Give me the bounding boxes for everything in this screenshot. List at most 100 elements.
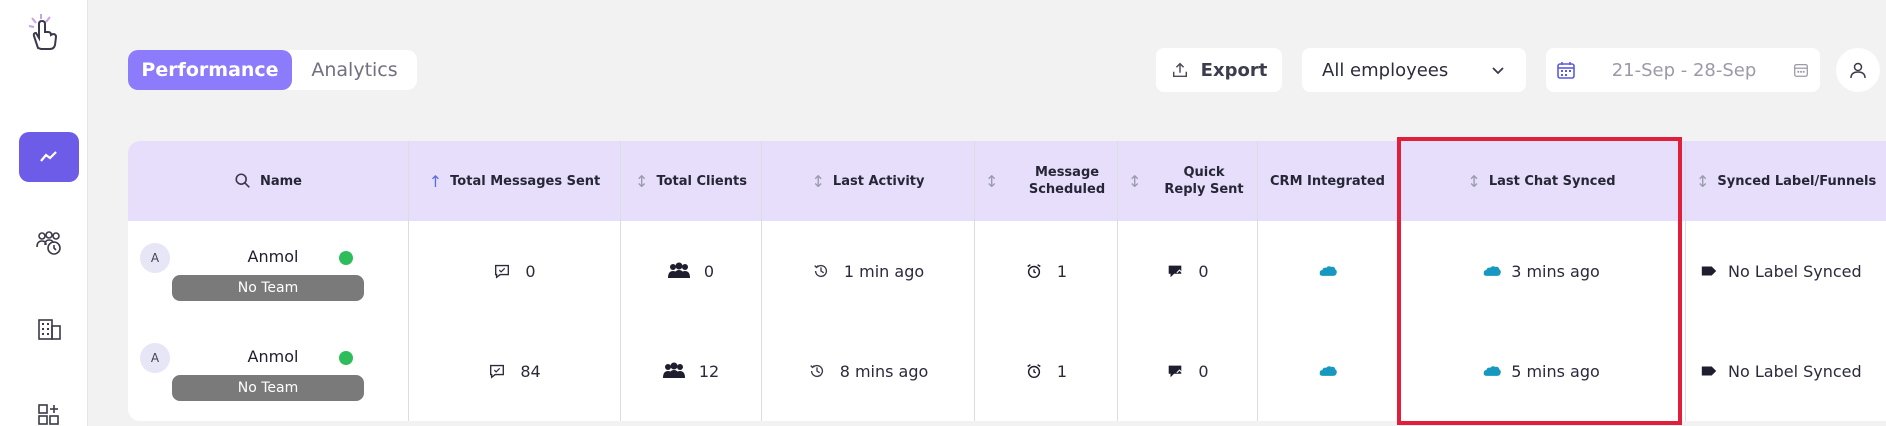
upload-icon <box>1172 62 1187 78</box>
team-clock-icon <box>36 231 61 255</box>
message-icon <box>490 364 505 379</box>
export-label: Export <box>1200 59 1268 81</box>
last-activity-value: 1 min ago <box>843 261 925 281</box>
calendar-icon <box>1557 62 1575 79</box>
header-crm: CRM Integrated <box>1258 141 1397 221</box>
header-last-activity[interactable]: ↕ Last Activity <box>762 141 974 221</box>
date-range-value: 21-Sep - 28-Sep <box>1611 59 1757 81</box>
header-total-clients[interactable]: ↕ Total Clients <box>621 141 761 221</box>
header-synced-label-label: Synced Label/Funnels <box>1717 173 1877 189</box>
nav-performance[interactable] <box>19 132 79 182</box>
tab-analytics[interactable]: Analytics <box>292 50 417 90</box>
message-scheduled-value: 1 <box>1056 261 1068 281</box>
sort-icon[interactable]: ↕ <box>985 173 998 190</box>
nav-add-widget[interactable] <box>19 390 79 426</box>
sort-asc-icon[interactable]: ↑ <box>429 173 442 190</box>
employee-select-value: All employees <box>1322 59 1449 81</box>
label-tag-icon <box>1701 366 1717 376</box>
header-quick-reply-label: Quick Reply Sent <box>1164 165 1244 197</box>
add-widget-icon <box>38 404 59 425</box>
header-last-activity-label: Last Activity <box>832 173 925 189</box>
avatar: A <box>140 343 170 373</box>
cell-total-clients: 0 <box>621 241 761 301</box>
avatar: A <box>140 243 170 273</box>
message-scheduled-value: 1 <box>1056 361 1068 381</box>
search-icon[interactable] <box>234 172 252 190</box>
cell-total-clients: 12 <box>621 341 761 401</box>
quick-reply-icon <box>1169 365 1183 378</box>
table-row[interactable]: A Anmol No Team <box>128 241 408 311</box>
highlight-box <box>1397 137 1682 425</box>
chevron-down-icon <box>1492 67 1504 75</box>
employee-select[interactable]: All employees <box>1302 48 1526 92</box>
tab-performance[interactable]: Performance <box>128 50 292 90</box>
cell-last-activity: 8 mins ago <box>762 341 974 401</box>
last-activity-value: 8 mins ago <box>839 361 929 381</box>
sort-icon[interactable]: ↕ <box>1696 173 1709 190</box>
app-logo-icon[interactable] <box>24 12 64 52</box>
salesforce-icon <box>1319 266 1337 276</box>
user-profile-button[interactable] <box>1836 48 1880 92</box>
header-message-scheduled[interactable]: ↕ Message Scheduled <box>975 141 1117 221</box>
total-clients-value: 12 <box>698 361 720 381</box>
nav-organization[interactable] <box>19 304 79 354</box>
group-icon <box>667 262 690 278</box>
nav-team[interactable] <box>19 218 79 268</box>
calendar-small-icon <box>1794 63 1808 77</box>
history-icon <box>814 264 827 278</box>
sidebar <box>0 0 88 426</box>
sort-icon[interactable]: ↕ <box>635 173 648 190</box>
sort-icon[interactable]: ↕ <box>1128 173 1141 190</box>
column-name: Name A Anmol No Team A Anmol No Team <box>128 141 409 421</box>
column-quick-reply: ↕ Quick Reply Sent 0 0 <box>1118 141 1258 421</box>
view-tabs: Performance Analytics <box>128 50 417 90</box>
message-icon <box>495 264 510 279</box>
cell-total-messages: 0 <box>409 241 620 301</box>
column-last-activity: ↕ Last Activity 1 min ago 8 mins ago <box>762 141 975 421</box>
team-badge: No Team <box>172 375 364 401</box>
total-messages-value: 0 <box>525 261 536 281</box>
header-message-scheduled-label: Message Scheduled <box>1028 165 1106 197</box>
date-range-picker[interactable]: 21-Sep - 28-Sep <box>1546 48 1820 92</box>
trend-chart-icon <box>40 151 57 162</box>
alarm-clock-icon <box>1027 364 1041 379</box>
header-name[interactable]: Name <box>128 141 408 221</box>
column-total-clients: ↕ Total Clients 0 12 <box>621 141 762 421</box>
employee-name[interactable]: Anmol <box>228 347 318 366</box>
cell-last-activity: 1 min ago <box>762 241 974 301</box>
header-crm-label: CRM Integrated <box>1270 173 1385 189</box>
header-quick-reply[interactable]: ↕ Quick Reply Sent <box>1118 141 1257 221</box>
total-clients-value: 0 <box>703 261 715 281</box>
quick-reply-value: 0 <box>1198 361 1209 381</box>
column-total-messages: ↑ Total Messages Sent 0 84 <box>409 141 621 421</box>
alarm-clock-icon <box>1027 264 1041 279</box>
employee-name[interactable]: Anmol <box>228 247 318 266</box>
table-row[interactable]: A Anmol No Team <box>128 341 408 411</box>
header-total-messages[interactable]: ↑ Total Messages Sent <box>409 141 620 221</box>
quick-reply-value: 0 <box>1198 261 1209 281</box>
cell-synced-label: No Label Synced <box>1686 241 1886 301</box>
cell-quick-reply: 0 <box>1118 241 1257 301</box>
synced-label-value: No Label Synced <box>1728 361 1862 381</box>
sort-icon[interactable]: ↕ <box>812 173 825 190</box>
cell-message-scheduled: 1 <box>975 241 1117 301</box>
total-messages-value: 84 <box>520 361 541 381</box>
building-icon <box>38 319 61 340</box>
cell-message-scheduled: 1 <box>975 341 1117 401</box>
label-tag-icon <box>1701 266 1717 276</box>
history-icon <box>809 364 823 378</box>
header-name-label: Name <box>259 173 302 189</box>
online-status-icon <box>339 351 353 365</box>
cell-quick-reply: 0 <box>1118 341 1257 401</box>
column-message-scheduled: ↕ Message Scheduled 1 1 <box>975 141 1118 421</box>
salesforce-icon <box>1319 366 1337 376</box>
column-synced-label: ↕ Synced Label/Funnels No Label Synced N… <box>1686 141 1886 421</box>
online-status-icon <box>339 251 353 265</box>
cell-crm <box>1258 241 1397 301</box>
cell-total-messages: 84 <box>409 341 620 401</box>
header-synced-label[interactable]: ↕ Synced Label/Funnels <box>1686 141 1886 221</box>
export-button[interactable]: Export <box>1156 48 1282 92</box>
header-total-messages-label: Total Messages Sent <box>450 173 601 189</box>
user-icon <box>1850 62 1866 79</box>
header-total-clients-label: Total Clients <box>656 173 747 189</box>
